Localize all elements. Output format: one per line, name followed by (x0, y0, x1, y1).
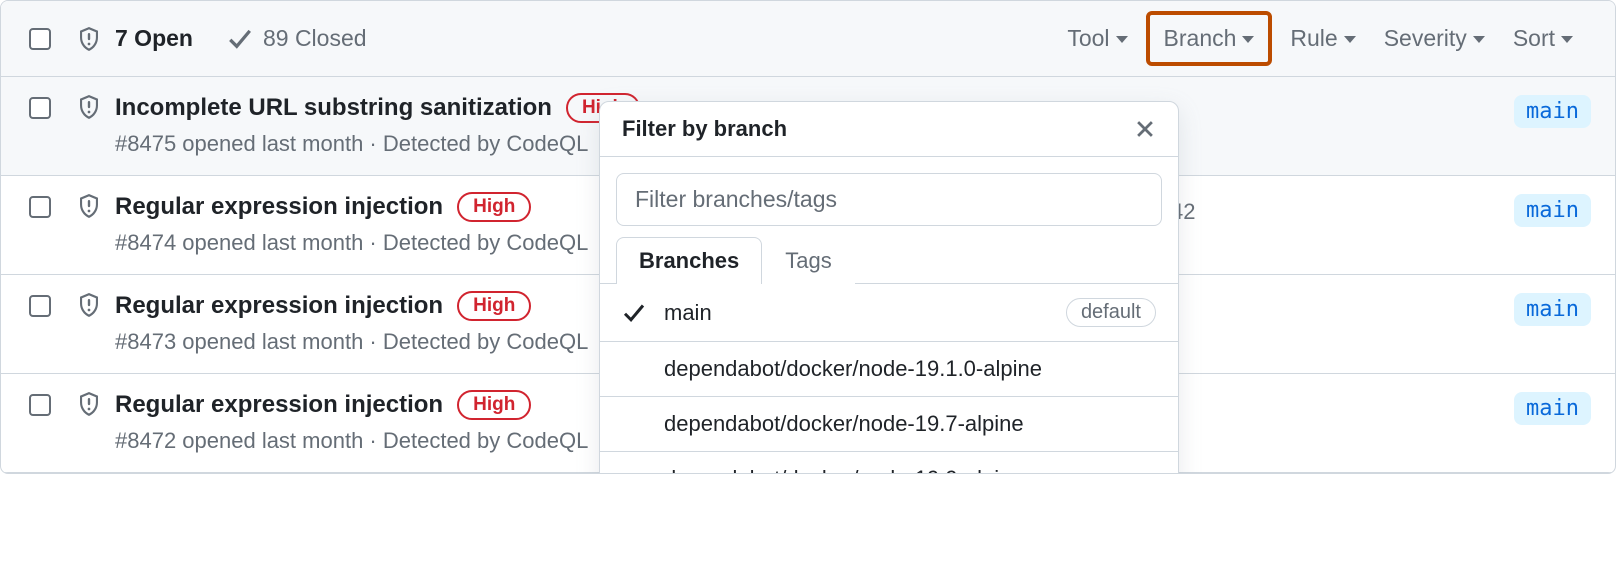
branch-filter-dropdown: Filter by branch Branches Tags main defau… (599, 101, 1179, 474)
alert-title[interactable]: Regular expression injection (115, 193, 443, 221)
alerts-panel: 7 Open 89 Closed Tool Branch Rule Severi… (0, 0, 1616, 474)
shield-alert-icon (77, 194, 101, 218)
alert-checkbox[interactable] (29, 196, 51, 218)
branch-option[interactable]: dependabot/docker/node-19.1.0-alpine (600, 342, 1178, 397)
branch-badge[interactable]: main (1514, 194, 1591, 227)
caret-down-icon (1561, 36, 1573, 43)
caret-down-icon (1116, 36, 1128, 43)
filter-severity[interactable]: Severity (1370, 19, 1499, 58)
branch-badge[interactable]: main (1514, 392, 1591, 425)
alert-checkbox[interactable] (29, 97, 51, 119)
tab-branches[interactable]: Branches (616, 237, 762, 284)
dropdown-tabs: Branches Tags (600, 236, 1178, 284)
alert-checkbox[interactable] (29, 295, 51, 317)
caret-down-icon (1344, 36, 1356, 43)
close-icon[interactable] (1134, 118, 1156, 140)
shield-alert-icon (77, 27, 101, 51)
dropdown-list[interactable]: main default dependabot/docker/node-19.1.0… (600, 284, 1178, 474)
shield-alert-icon (77, 293, 101, 317)
branch-badge[interactable]: main (1514, 293, 1591, 326)
caret-down-icon (1473, 36, 1485, 43)
branch-filter-input[interactable] (616, 173, 1162, 226)
severity-badge: High (457, 192, 531, 222)
filter-tool[interactable]: Tool (1053, 19, 1141, 58)
branch-option-label: dependabot/docker/node-19.1.0-alpine (664, 356, 1156, 382)
branch-option[interactable]: dependabot/docker/node-19.9-alpine (600, 452, 1178, 474)
dropdown-header: Filter by branch (600, 102, 1178, 157)
alert-title[interactable]: Regular expression injection (115, 292, 443, 320)
branch-option-label: dependabot/docker/node-19.9-alpine (664, 466, 1156, 474)
branch-option-label: main (664, 300, 1054, 326)
alert-title[interactable]: Incomplete URL substring sanitization (115, 94, 552, 122)
severity-badge: High (457, 291, 531, 321)
severity-badge: High (457, 390, 531, 420)
dropdown-title: Filter by branch (622, 116, 787, 142)
branch-option-label: dependabot/docker/node-19.7-alpine (664, 411, 1156, 437)
branch-badge[interactable]: main (1514, 95, 1591, 128)
dropdown-search-wrap (600, 157, 1178, 242)
branch-option[interactable]: dependabot/docker/node-19.7-alpine (600, 397, 1178, 452)
filter-sort[interactable]: Sort (1499, 19, 1587, 58)
alert-checkbox[interactable] (29, 394, 51, 416)
alert-title[interactable]: Regular expression injection (115, 391, 443, 419)
check-icon (227, 26, 253, 52)
select-all-checkbox[interactable] (29, 28, 51, 50)
filter-branch[interactable]: Branch (1146, 11, 1273, 66)
alerts-toolbar: 7 Open 89 Closed Tool Branch Rule Severi… (1, 1, 1615, 77)
closed-count[interactable]: 89 Closed (263, 25, 367, 52)
default-badge: default (1066, 298, 1156, 327)
shield-alert-icon (77, 392, 101, 416)
branch-option[interactable]: main default (600, 284, 1178, 342)
open-count[interactable]: 7 Open (115, 25, 193, 52)
tab-tags[interactable]: Tags (762, 237, 854, 284)
check-icon (622, 301, 646, 325)
filter-rule[interactable]: Rule (1276, 19, 1369, 58)
shield-alert-icon (77, 95, 101, 119)
caret-down-icon (1242, 36, 1254, 43)
